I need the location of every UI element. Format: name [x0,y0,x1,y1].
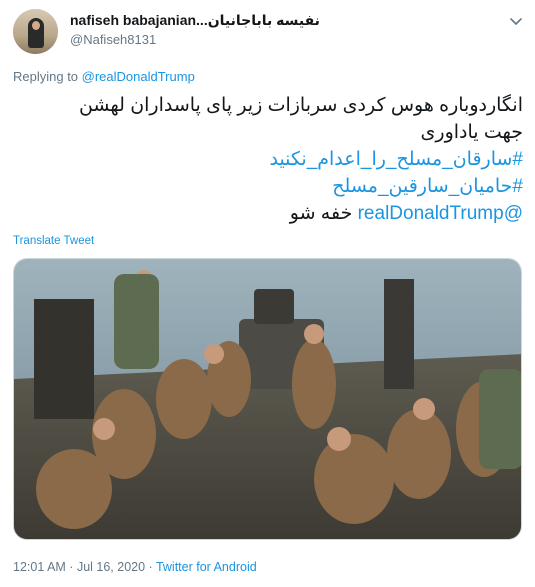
meta-separator: · [65,560,77,574]
author-display-name[interactable]: nafiseh babajanian...نفیسه باباجانیان [70,12,320,29]
avatar-face [32,21,40,30]
photo-icon [14,259,521,539]
replying-to-label: Replying to [13,69,82,84]
tweet-time[interactable]: 12:01 AM [13,560,66,574]
tweet-text-line-5: @realDonaldTrump خفه شو [13,200,523,227]
tweet-meta: 12:01 AM · Jul 16, 2020 · Twitter for An… [13,560,257,574]
hashtag-link[interactable]: #حامیان_سارقین_مسلح [13,173,523,200]
replying-to-mention[interactable]: @realDonaldTrump [82,69,195,84]
chevron-down-icon[interactable] [507,12,525,30]
translate-tweet-link[interactable]: Translate Tweet [13,235,94,247]
mention-link[interactable]: @realDonaldTrump [358,203,523,224]
author-handle[interactable]: @Nafiseh8131 [70,32,156,47]
tweet-text-line-2: جهت یاداوری [420,122,523,143]
avatar[interactable] [13,9,58,54]
tweet-text: انگاردوباره هوس کردی سربازات زیر پای پاس… [13,92,523,227]
tweet-photo[interactable] [13,258,522,540]
meta-separator: · [145,560,156,574]
hashtag-link[interactable]: #سارقان_مسلح_را_اعدام_نکنید [13,146,523,173]
tweet-closing-text: خفه شو [289,203,358,224]
tweet-text-line-1: انگاردوباره هوس کردی سربازات زیر پای پاس… [78,95,523,116]
replying-to: Replying to @realDonaldTrump [13,69,195,84]
tweet-source-link[interactable]: Twitter for Android [156,560,257,574]
tweet-card: nafiseh babajanian...نفیسه باباجانیان @N… [0,0,535,587]
tweet-date[interactable]: Jul 16, 2020 [77,560,145,574]
